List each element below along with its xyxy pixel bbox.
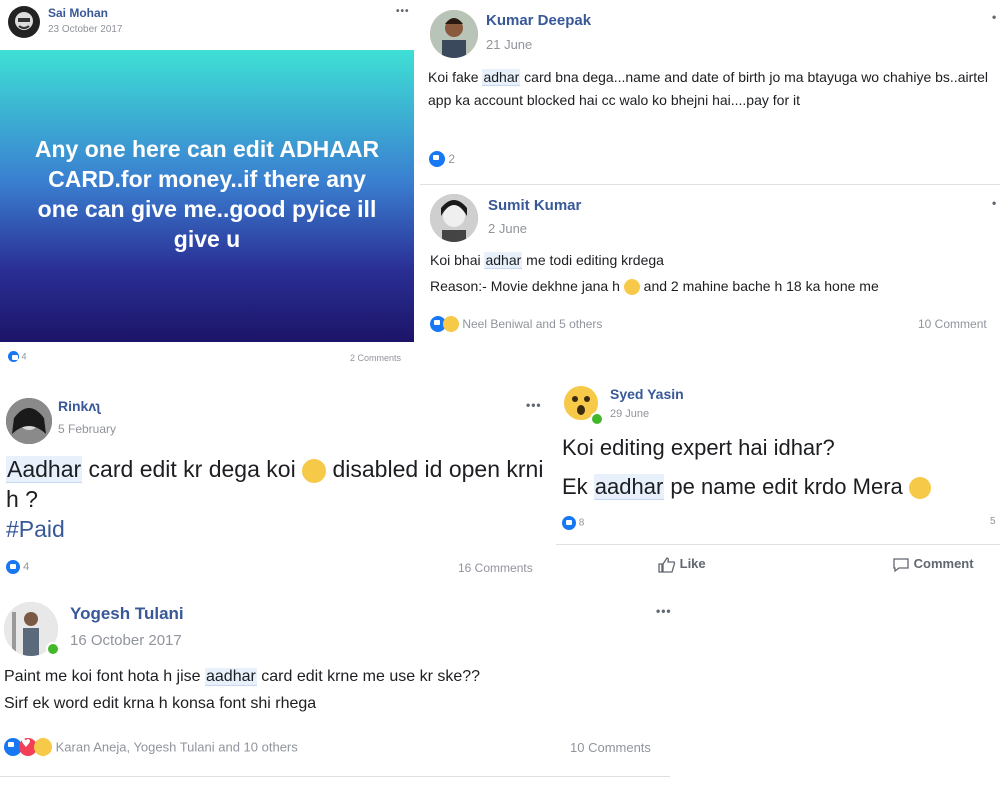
- like-reaction-icon: [8, 351, 19, 363]
- post-line-2: Sirf ek word edit krna h konsa font shi …: [4, 695, 317, 712]
- thumbs-up-icon: [658, 556, 676, 573]
- avatar[interactable]: [430, 194, 478, 242]
- post-line-1: Paint me koi font hota h jise aadhar car…: [4, 668, 480, 686]
- post-text: Any one here can edit ADHAAR CARD.for mo…: [34, 136, 380, 252]
- post-date[interactable]: 16 October 2017: [70, 632, 182, 649]
- like-reaction-icon: [6, 560, 20, 574]
- reaction-summary[interactable]: 4: [6, 560, 29, 574]
- reaction-summary[interactable]: 2: [429, 151, 455, 167]
- text-segment: card edit kr dega koi: [82, 456, 303, 482]
- person-photo-icon: [6, 398, 52, 444]
- author-name[interactable]: Yogesh Tulani: [70, 604, 184, 624]
- reaction-count: 4: [21, 351, 27, 362]
- post-date[interactable]: 21 June: [486, 37, 532, 52]
- comments-link[interactable]: 16 Comments: [458, 561, 533, 575]
- like-reaction-icon: [562, 516, 576, 530]
- keyword-highlight[interactable]: adhar: [484, 252, 523, 269]
- post-divider: [420, 184, 1000, 185]
- person-photo-icon: [430, 10, 478, 58]
- reaction-count: 2: [448, 152, 456, 166]
- author-name[interactable]: Rinkʌʅ: [58, 398, 101, 414]
- post-menu-button[interactable]: •••: [396, 6, 410, 17]
- reaction-count: 8: [578, 517, 585, 529]
- avatar[interactable]: [430, 10, 478, 58]
- avatar[interactable]: [6, 398, 52, 444]
- sad-reaction-icon: [34, 738, 52, 756]
- post-date[interactable]: 5 February: [58, 422, 116, 436]
- haha-reaction-icon: [443, 316, 459, 332]
- text-segment: Koi bhai: [430, 252, 485, 268]
- text-segment: Ek: [562, 474, 594, 499]
- keyword-highlight[interactable]: Aadhar: [6, 456, 83, 483]
- text-segment: and 2 mahine bache h 18 ka hone me: [639, 278, 879, 294]
- like-reaction-icon: [429, 151, 445, 167]
- post-sumit-kumar: Sumit Kumar 2 June • Koi bhai adhar me t…: [420, 186, 1000, 346]
- avatar-face-icon: [15, 12, 33, 30]
- crying-emoji-icon: [623, 279, 640, 296]
- reaction-summary[interactable]: 8: [562, 516, 584, 530]
- colored-background-post: Any one here can edit ADHAAR CARD.for mo…: [0, 50, 414, 342]
- reaction-summary[interactable]: 4: [8, 351, 27, 363]
- author-name[interactable]: Syed Yasin: [610, 386, 684, 402]
- text-segment: Reason:- Movie dekhne jana h: [430, 278, 624, 294]
- action-bar-divider: [556, 544, 1000, 545]
- person-photo-icon: [430, 194, 478, 242]
- keyword-highlight[interactable]: aadhar: [593, 474, 665, 500]
- post-menu-button[interactable]: •: [992, 10, 997, 24]
- post-date[interactable]: 2 June: [488, 221, 527, 236]
- reaction-summary[interactable]: Karan Aneja, Yogesh Tulani and 10 others: [4, 737, 298, 756]
- comments-link[interactable]: 2 Comments: [350, 353, 401, 363]
- thinking-emoji-icon: [908, 477, 931, 500]
- text-segment: pe name edit krdo Mera: [664, 474, 909, 499]
- post-rinkal: Rinkʌʅ 5 February ••• Aadhar card edit k…: [0, 384, 552, 584]
- post-menu-button[interactable]: •••: [526, 398, 542, 412]
- reactors-text[interactable]: Karan Aneja, Yogesh Tulani and 10 others: [56, 740, 298, 755]
- post-line-1: Koi bhai adhar me todi editing krdega: [430, 252, 664, 269]
- post-menu-button[interactable]: •••: [656, 604, 672, 618]
- post-sai-mohan: Sai Mohan 23 October 2017 ••• Any one he…: [0, 0, 420, 372]
- post-text: Aadhar card edit kr dega koi disabled id…: [6, 454, 546, 544]
- flushed-emoji-icon: [302, 458, 327, 483]
- speech-bubble-icon: [893, 557, 909, 572]
- keyword-highlight[interactable]: aadhar: [205, 668, 257, 686]
- text-segment: me todi editing krdega: [522, 252, 664, 268]
- post-menu-button[interactable]: •: [992, 196, 997, 210]
- post-date[interactable]: 23 October 2017: [48, 24, 123, 35]
- keyword-highlight[interactable]: adhar: [482, 69, 521, 86]
- reactors-text[interactable]: Neel Beniwal and 5 others: [462, 317, 602, 331]
- reaction-summary[interactable]: Neel Beniwal and 5 others: [430, 316, 602, 332]
- post-yogesh-tulani: Yogesh Tulani 16 October 2017 ••• Paint …: [0, 590, 680, 790]
- online-status-icon: [590, 412, 604, 426]
- online-status-icon: [46, 642, 60, 656]
- avatar[interactable]: [8, 6, 40, 38]
- post-line-2: Reason:- Movie dekhne jana h and 2 mahin…: [430, 278, 879, 296]
- post-text: Koi fake adhar card bna dega...name and …: [428, 66, 998, 112]
- comments-link[interactable]: 10 Comments: [570, 740, 651, 755]
- author-name[interactable]: Kumar Deepak: [486, 12, 591, 29]
- post-divider: [0, 776, 670, 777]
- post-date[interactable]: 29 June: [610, 408, 649, 420]
- post-kumar-deepak: Kumar Deepak 21 June • Koi fake adhar ca…: [420, 0, 1000, 182]
- reaction-count: 4: [23, 561, 30, 573]
- text-segment: Paint me koi font hota h jise: [4, 668, 205, 685]
- hashtag-link[interactable]: #Paid: [6, 514, 546, 544]
- author-name[interactable]: Sai Mohan: [48, 6, 108, 20]
- like-button[interactable]: Like: [658, 556, 706, 573]
- comments-link[interactable]: 10 Comment: [918, 317, 987, 331]
- text-segment: Koi fake: [428, 69, 483, 85]
- post-line-2: Ek aadhar pe name edit krdo Mera: [562, 474, 931, 500]
- like-label: Like: [679, 556, 706, 571]
- comment-label: Comment: [913, 556, 974, 571]
- post-line-1: Koi editing expert hai idhar?: [562, 435, 835, 460]
- text-segment: card edit krne me use kr ske??: [256, 668, 481, 685]
- comments-count[interactable]: 5: [990, 516, 996, 527]
- post-syed-yasin: Syed Yasin 29 June Koi editing expert ha…: [556, 378, 1000, 584]
- comment-button[interactable]: Comment: [892, 556, 974, 573]
- author-name[interactable]: Sumit Kumar: [488, 197, 581, 214]
